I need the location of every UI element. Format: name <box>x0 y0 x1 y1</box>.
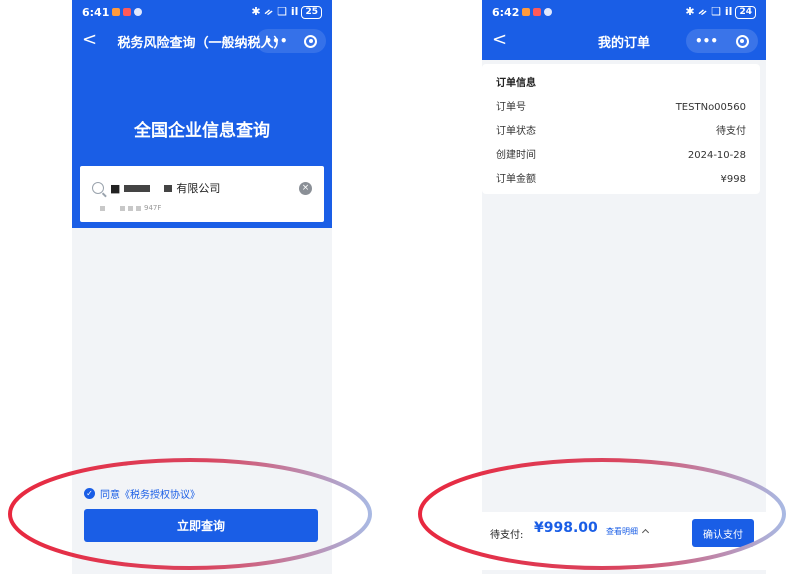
order-row-label: 订单金额 <box>496 174 536 185</box>
search-value[interactable]: ■ 有限公司 <box>110 180 293 196</box>
payment-bar: 待支付: ¥998.00 查看明细 确认支付 <box>482 512 766 570</box>
search-value-prefix: ■ <box>110 181 121 195</box>
search-card: ■ 有限公司 × 947F <box>80 166 324 222</box>
app-notification-icon <box>522 8 531 16</box>
view-details-link[interactable]: 查看明细 <box>606 526 650 537</box>
redacted-text <box>164 184 173 192</box>
order-row-value: ¥998 <box>720 174 746 185</box>
order-row-number: 订单号 TESTNo00560 <box>496 101 746 125</box>
search-value-suffix: 有限公司 <box>176 182 221 195</box>
order-info-card: 订单信息 订单号 TESTNo00560 订单状态 待支付 创建时间 2024-… <box>482 64 760 194</box>
search-input[interactable]: ■ 有限公司 × <box>92 178 312 198</box>
page-title: 我的订单 <box>597 35 650 51</box>
status-bar: 6:41 ✱ ᨀ ❑ il 25 <box>72 0 332 24</box>
order-row-created: 创建时间 2024-10-28 <box>496 149 746 173</box>
nav-bar: < 我的订单 ••• <box>482 26 766 56</box>
order-row-label: 创建时间 <box>496 150 536 161</box>
search-icon <box>92 182 104 194</box>
view-details-label: 查看明细 <box>606 527 638 536</box>
agreement-row: ✓ 同意《税务授权协议》 <box>84 486 200 501</box>
nav-bar: < 税务风险查询（一般纳税人） ••• <box>72 26 332 56</box>
back-icon[interactable]: < <box>492 29 507 51</box>
back-icon[interactable]: < <box>82 29 97 51</box>
hero-title: 全国企业信息查询 <box>134 121 270 141</box>
close-target-icon[interactable] <box>735 34 749 48</box>
app-notification-icon <box>123 8 132 16</box>
order-row-value: 待支付 <box>716 126 746 137</box>
suggestion-suffix: 947F <box>144 204 162 212</box>
app-notification-icon <box>544 8 553 16</box>
close-target-icon[interactable] <box>304 34 318 48</box>
phone-screen-right: 6:42 ✱ ᨀ ❑ il 24 < 我的订单 ••• 订单信息 订单号 TES… <box>482 0 766 574</box>
battery-icon: 24 <box>735 5 756 19</box>
payment-status-label: 待支付: <box>490 530 524 541</box>
signal-icons: ✱ ᨀ ❑ il <box>251 5 299 18</box>
order-row-amount: 订单金额 ¥998 <box>496 173 746 197</box>
checkbox-checked-icon[interactable]: ✓ <box>84 488 95 499</box>
mini-program-capsule: ••• <box>686 29 758 53</box>
mini-program-capsule: ••• <box>256 29 326 53</box>
order-row-label: 订单状态 <box>496 126 536 137</box>
status-time: 6:42 <box>492 5 520 19</box>
app-notification-icon <box>533 8 542 16</box>
agreement-link[interactable]: 同意《税务授权协议》 <box>100 486 200 501</box>
order-row-value: 2024-10-28 <box>687 150 746 161</box>
redacted-text <box>124 184 151 192</box>
search-suggestion[interactable]: 947F <box>100 204 161 212</box>
order-row-value: TESTNo00560 <box>675 102 746 113</box>
redacted-text <box>100 205 105 211</box>
order-row-status: 订单状态 待支付 <box>496 125 746 149</box>
phone-screen-left: 6:41 ✱ ᨀ ❑ il 25 < 税务风险查询（一般纳税人） ••• 全国企… <box>72 0 332 574</box>
signal-icons: ✱ ᨀ ❑ il <box>685 5 733 18</box>
query-now-button[interactable]: 立即查询 <box>84 509 318 542</box>
status-time: 6:41 <box>82 5 110 19</box>
redacted-text <box>120 205 125 211</box>
more-icon[interactable]: ••• <box>695 34 718 48</box>
more-icon[interactable]: ••• <box>264 34 287 48</box>
app-notification-icon <box>134 8 143 16</box>
order-info-title: 订单信息 <box>496 78 536 89</box>
order-row-label: 订单号 <box>496 102 526 113</box>
redacted-text <box>136 205 141 211</box>
redacted-text <box>128 205 133 211</box>
payment-amount: ¥998.00 <box>534 520 598 536</box>
confirm-payment-button[interactable]: 确认支付 <box>692 519 754 547</box>
status-bar: 6:42 ✱ ᨀ ❑ il 24 <box>482 0 766 24</box>
chevron-up-icon <box>641 528 650 537</box>
clear-icon[interactable]: × <box>299 181 312 195</box>
battery-icon: 25 <box>301 5 322 19</box>
app-notification-icon <box>112 8 121 16</box>
